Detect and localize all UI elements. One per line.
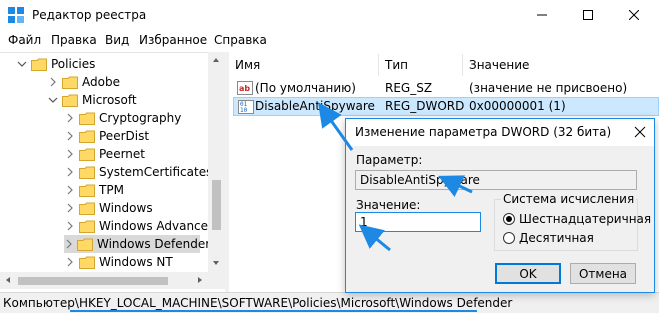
tree-item-label: Windows NT bbox=[99, 255, 173, 269]
menu-help[interactable]: Справка bbox=[214, 33, 267, 47]
dialog-title: Изменение параметра DWORD (32 бита) bbox=[355, 125, 612, 139]
registry-tree[interactable]: Policies Adobe Microsoft Cryptography PeerDi… bbox=[0, 52, 222, 292]
dialog-close-icon[interactable] bbox=[632, 124, 648, 140]
chevron-right-icon[interactable] bbox=[64, 145, 76, 163]
radio-dec-label: Десятичная bbox=[519, 231, 594, 245]
folder-icon bbox=[79, 202, 95, 215]
tree-item[interactable]: Windows Advanced Th bbox=[64, 217, 222, 235]
tree-item-label: TPM bbox=[99, 183, 124, 197]
row-type: REG_DWORD bbox=[385, 99, 465, 113]
row-name: (По умолчанию) bbox=[255, 81, 356, 95]
svg-text:ab: ab bbox=[239, 84, 250, 93]
ok-button[interactable]: OK bbox=[495, 263, 561, 284]
chevron-right-icon[interactable] bbox=[64, 127, 76, 145]
value-label: Значение: bbox=[356, 198, 421, 212]
folder-icon bbox=[79, 130, 95, 143]
tree-item-label: SystemCertificates bbox=[99, 165, 213, 179]
folder-icon bbox=[62, 76, 78, 89]
chevron-right-icon[interactable] bbox=[64, 199, 76, 217]
string-value-icon: ab bbox=[237, 81, 253, 95]
status-bar: Компьютер\HKEY_LOCAL_MACHINE\SOFTWARE\Po… bbox=[0, 292, 659, 313]
list-row-default[interactable]: ab (По умолчанию) REG_SZ (значение не пр… bbox=[233, 79, 659, 98]
folder-icon bbox=[79, 220, 95, 233]
menu-edit[interactable]: Правка bbox=[51, 33, 97, 47]
param-name-field: DisableAntiSpyware bbox=[355, 170, 637, 190]
tree-item-label: Policies bbox=[51, 57, 96, 71]
menu-file[interactable]: Файл bbox=[8, 33, 41, 47]
folder-icon bbox=[31, 58, 47, 71]
folder-icon bbox=[79, 256, 95, 269]
cancel-button[interactable]: Отмена bbox=[570, 263, 636, 284]
menu-favorites[interactable]: Избранное bbox=[139, 33, 207, 47]
chevron-down-icon[interactable] bbox=[16, 55, 28, 73]
row-name: DisableAntiSpyware bbox=[255, 99, 375, 113]
dialog-title-bar: Изменение параметра DWORD (32 бита) bbox=[346, 119, 654, 146]
tree-item[interactable]: Windows NT bbox=[64, 253, 173, 271]
row-value: 0x00000001 (1) bbox=[469, 99, 566, 113]
chevron-right-icon[interactable] bbox=[47, 73, 59, 91]
tree-item-label: Windows bbox=[99, 201, 153, 215]
tree-item-label: Adobe bbox=[82, 75, 120, 89]
tree-item-label: Windows Defender bbox=[97, 237, 211, 251]
chevron-right-icon[interactable] bbox=[64, 235, 74, 253]
tree-item-label: Windows Advanced Th bbox=[99, 219, 222, 233]
folder-icon bbox=[79, 184, 95, 197]
tree-item[interactable]: Peernet bbox=[64, 145, 145, 163]
folder-icon bbox=[79, 166, 95, 179]
column-header-name[interactable]: Имя bbox=[229, 54, 379, 76]
registry-editor-icon bbox=[8, 7, 24, 23]
edit-dword-dialog: Изменение параметра DWORD (32 бита) Пара… bbox=[345, 118, 655, 293]
tree-item-label: Microsoft bbox=[82, 93, 137, 107]
row-type: REG_SZ bbox=[385, 81, 433, 95]
menu-bar: Файл Правка Вид Избранное Справка bbox=[0, 30, 659, 52]
tree-item[interactable]: Cryptography bbox=[64, 109, 181, 127]
folder-icon bbox=[62, 94, 78, 107]
tree-vertical-scrollbar[interactable] bbox=[208, 52, 225, 272]
tree-item[interactable]: SystemCertificates bbox=[64, 163, 212, 181]
tree-item[interactable]: Windows bbox=[64, 199, 153, 217]
value-data-field[interactable]: 1 bbox=[355, 212, 481, 232]
tree-horizontal-scrollbar[interactable] bbox=[0, 272, 225, 289]
svg-text:10: 10 bbox=[240, 107, 248, 114]
column-header-value[interactable]: Значение bbox=[463, 54, 659, 76]
tree-item[interactable]: TPM bbox=[64, 181, 124, 199]
chevron-down-icon[interactable] bbox=[47, 91, 59, 109]
base-groupbox: Система исчисления Шестнадцатеричная Дес… bbox=[494, 192, 651, 251]
close-button[interactable] bbox=[611, 0, 657, 30]
chevron-right-icon[interactable] bbox=[64, 217, 76, 235]
path-highlight-underline bbox=[70, 310, 477, 312]
tree-item[interactable]: Policies bbox=[16, 55, 95, 73]
minimize-button[interactable] bbox=[519, 0, 565, 30]
status-path: Компьютер\HKEY_LOCAL_MACHINE\SOFTWARE\Po… bbox=[3, 296, 513, 310]
tree-item[interactable]: Microsoft bbox=[47, 91, 137, 109]
radio-hexadecimal[interactable]: Шестнадцатеричная bbox=[503, 212, 651, 226]
radio-hex-label: Шестнадцатеричная bbox=[519, 212, 652, 226]
tree-item-label: PeerDist bbox=[99, 129, 150, 143]
chevron-right-icon[interactable] bbox=[64, 163, 76, 181]
window-title: Редактор реестра bbox=[32, 8, 147, 22]
radio-decimal[interactable]: Десятичная bbox=[503, 231, 594, 245]
chevron-right-icon[interactable] bbox=[64, 109, 76, 127]
list-row-disableantispyware[interactable]: 01 10 DisableAntiSpyware REG_DWORD 0x000… bbox=[233, 97, 659, 116]
tree-item[interactable]: Adobe bbox=[47, 73, 120, 91]
row-value: (значение не присвоено) bbox=[469, 81, 628, 95]
base-group-title: Система исчисления bbox=[501, 192, 637, 206]
radio-unchecked-icon bbox=[503, 232, 515, 244]
tree-item-label: Cryptography bbox=[99, 111, 182, 125]
param-label: Параметр: bbox=[356, 153, 423, 167]
tree-item[interactable]: PeerDist bbox=[64, 127, 149, 145]
dword-value-icon: 01 10 bbox=[238, 100, 254, 114]
radio-checked-icon bbox=[503, 213, 515, 225]
chevron-right-icon[interactable] bbox=[64, 181, 76, 199]
menu-view[interactable]: Вид bbox=[105, 33, 129, 47]
column-header-type[interactable]: Тип bbox=[379, 54, 463, 76]
title-bar: Редактор реестра bbox=[0, 0, 659, 30]
folder-icon bbox=[79, 112, 95, 125]
tree-item-label: Peernet bbox=[99, 147, 145, 161]
chevron-right-icon[interactable] bbox=[64, 253, 76, 271]
maximize-button[interactable] bbox=[565, 0, 611, 30]
folder-icon bbox=[79, 148, 95, 161]
tree-item[interactable]: Windows Defender bbox=[64, 235, 210, 253]
folder-icon bbox=[77, 238, 93, 251]
